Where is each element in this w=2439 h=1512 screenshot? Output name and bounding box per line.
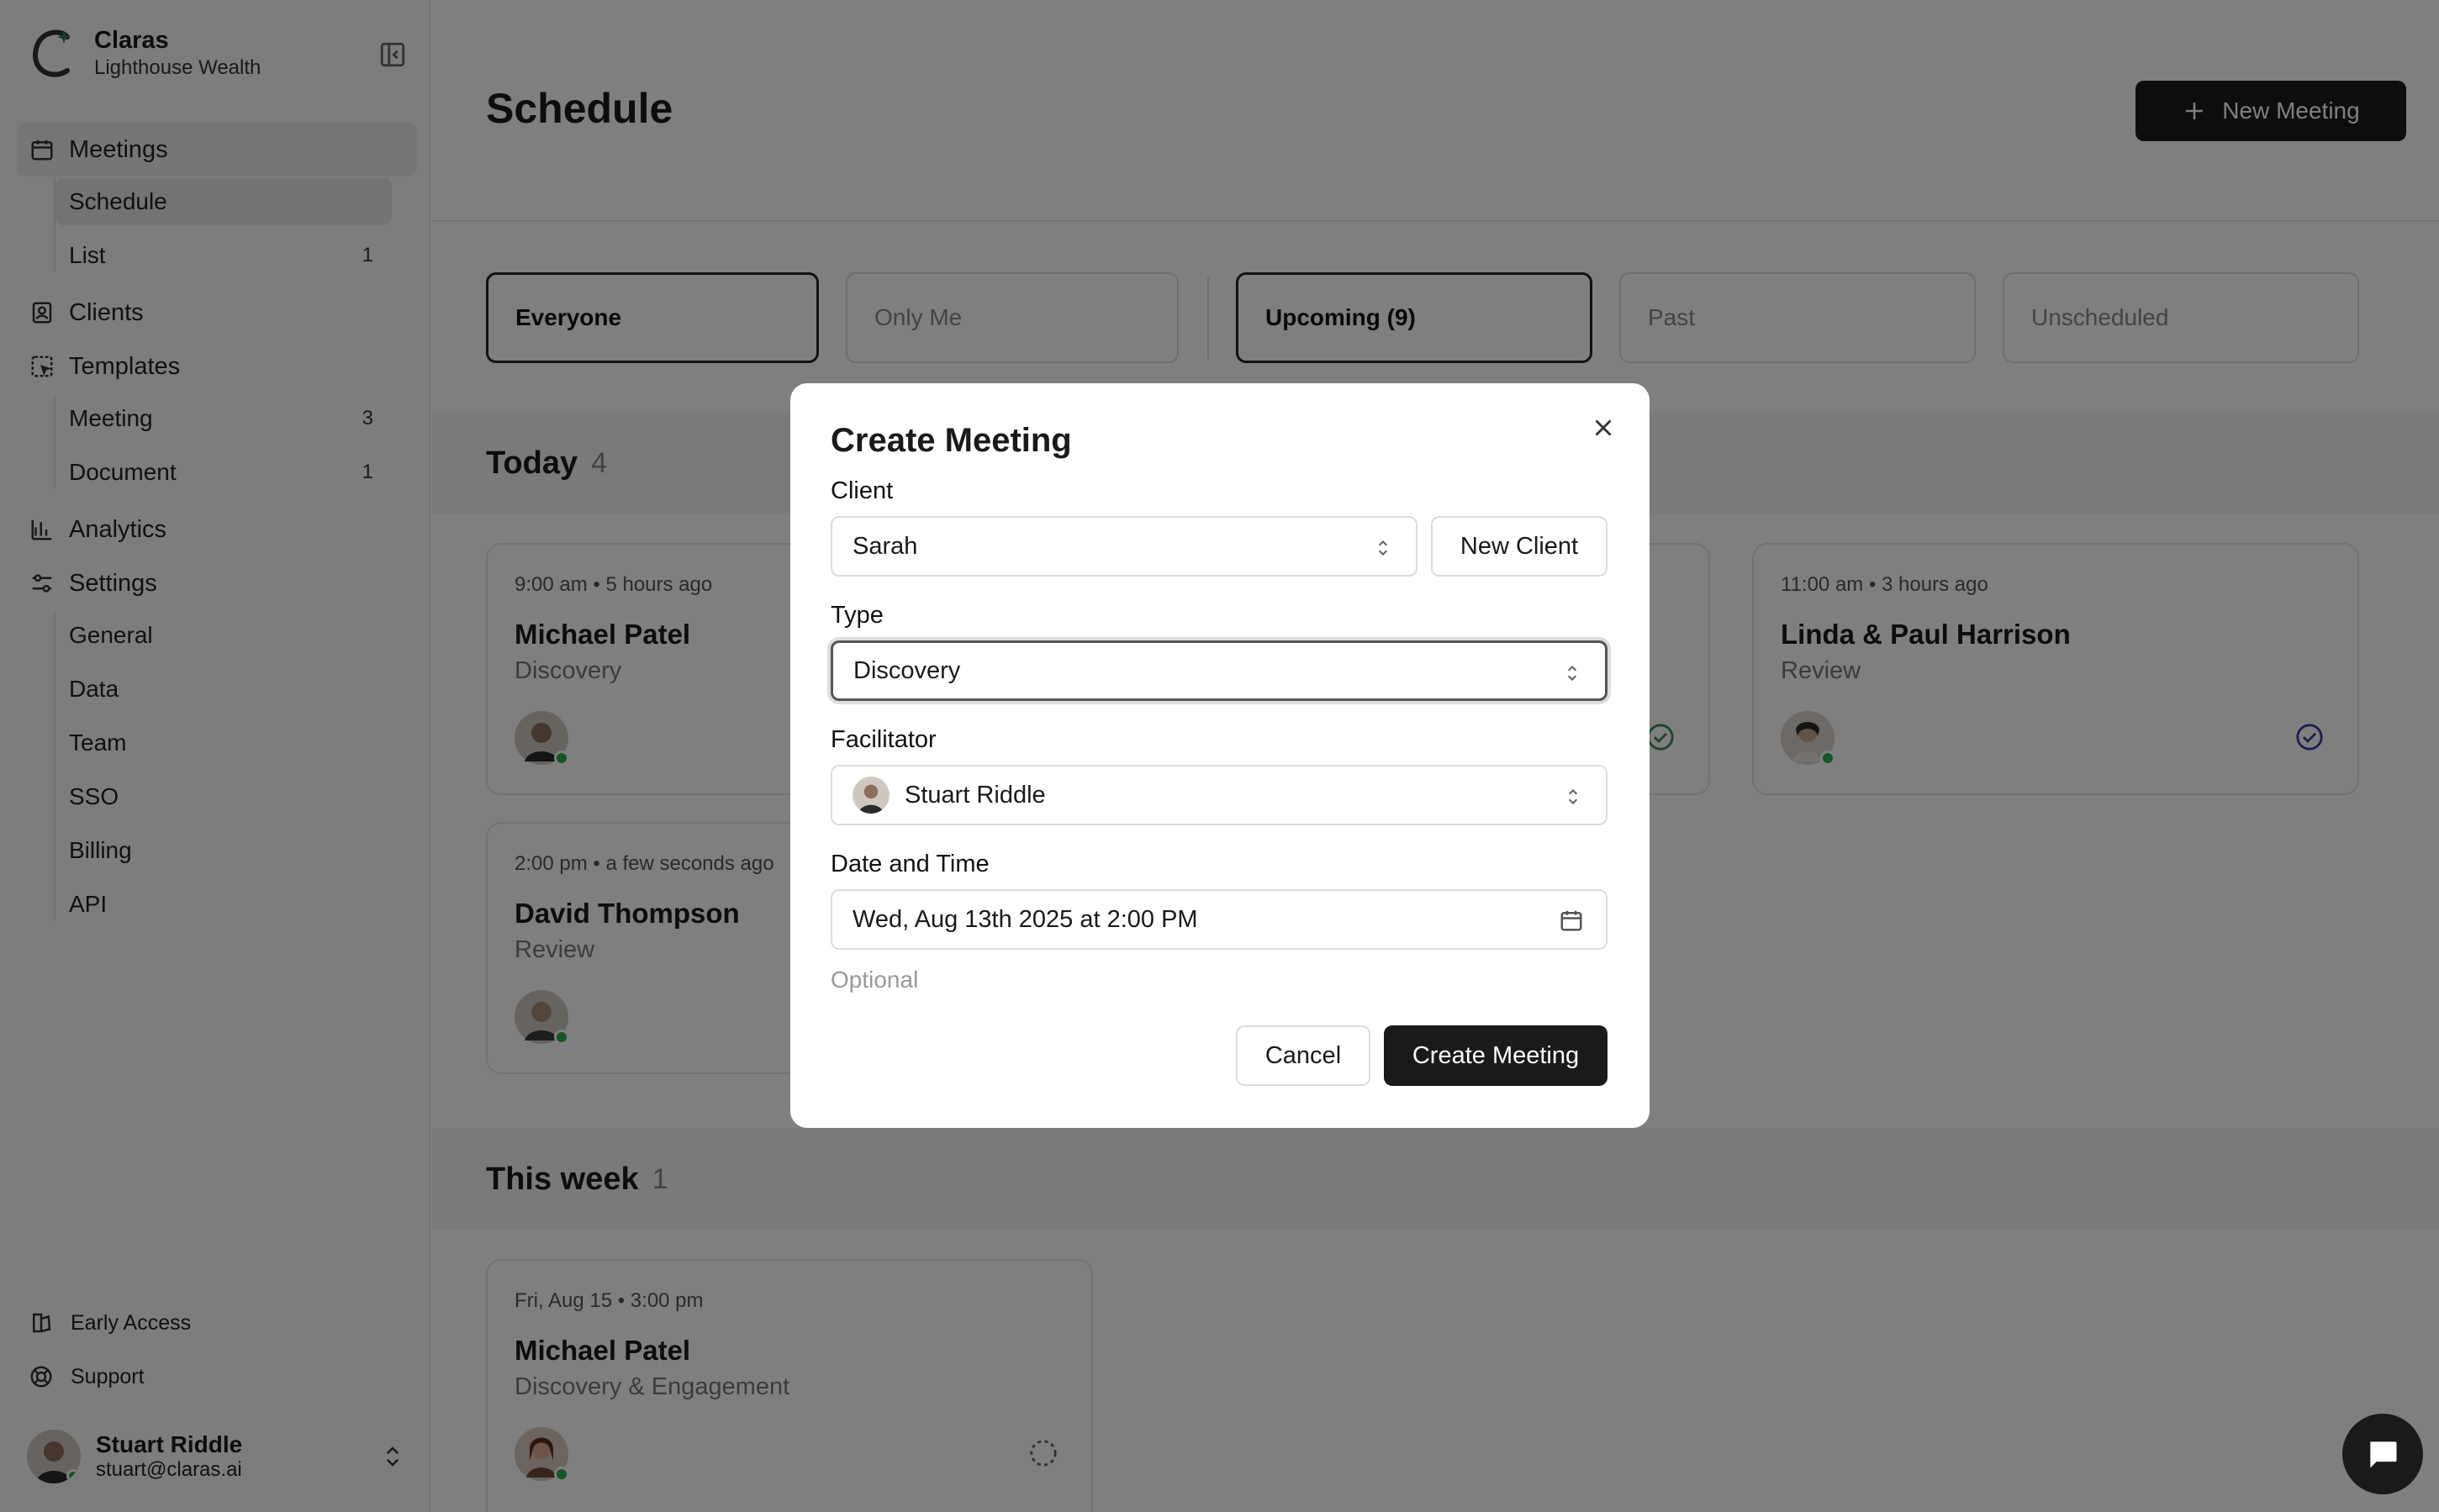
datetime-label: Date and Time [831,851,990,877]
type-value: Discovery [853,656,961,684]
chat-bubble-icon [2364,1436,2401,1472]
create-meeting-dialog: Create Meeting Client Sarah New Client T… [790,383,1650,1128]
chevrons-up-down-icon [1561,661,1583,685]
chevrons-up-down-icon [1372,536,1394,560]
optional-hint: Optional [831,967,919,993]
avatar [853,777,890,814]
facilitator-select[interactable]: Stuart Riddle [831,765,1608,825]
calendar-icon[interactable] [1559,908,1584,933]
cancel-button[interactable]: Cancel [1236,1025,1370,1086]
new-client-button[interactable]: New Client [1431,516,1608,577]
facilitator-label: Facilitator [831,726,937,753]
close-icon[interactable] [1589,414,1618,442]
client-label: Client [831,477,894,504]
dialog-title: Create Meeting [831,422,1072,459]
create-label: Create Meeting [1412,1041,1580,1069]
chevrons-up-down-icon [1562,785,1584,809]
datetime-input[interactable]: Wed, Aug 13th 2025 at 2:00 PM [831,889,1608,950]
client-value: Sarah [853,532,918,560]
client-select[interactable]: Sarah [831,516,1417,577]
type-label: Type [831,602,884,629]
chat-button[interactable] [2342,1414,2423,1494]
new-client-label: New Client [1460,532,1579,560]
cancel-label: Cancel [1264,1041,1342,1069]
type-select[interactable]: Discovery [831,640,1608,701]
create-meeting-button[interactable]: Create Meeting [1384,1025,1608,1086]
datetime-value: Wed, Aug 13th 2025 at 2:00 PM [853,905,1198,933]
facilitator-value: Stuart Riddle [905,781,1046,809]
